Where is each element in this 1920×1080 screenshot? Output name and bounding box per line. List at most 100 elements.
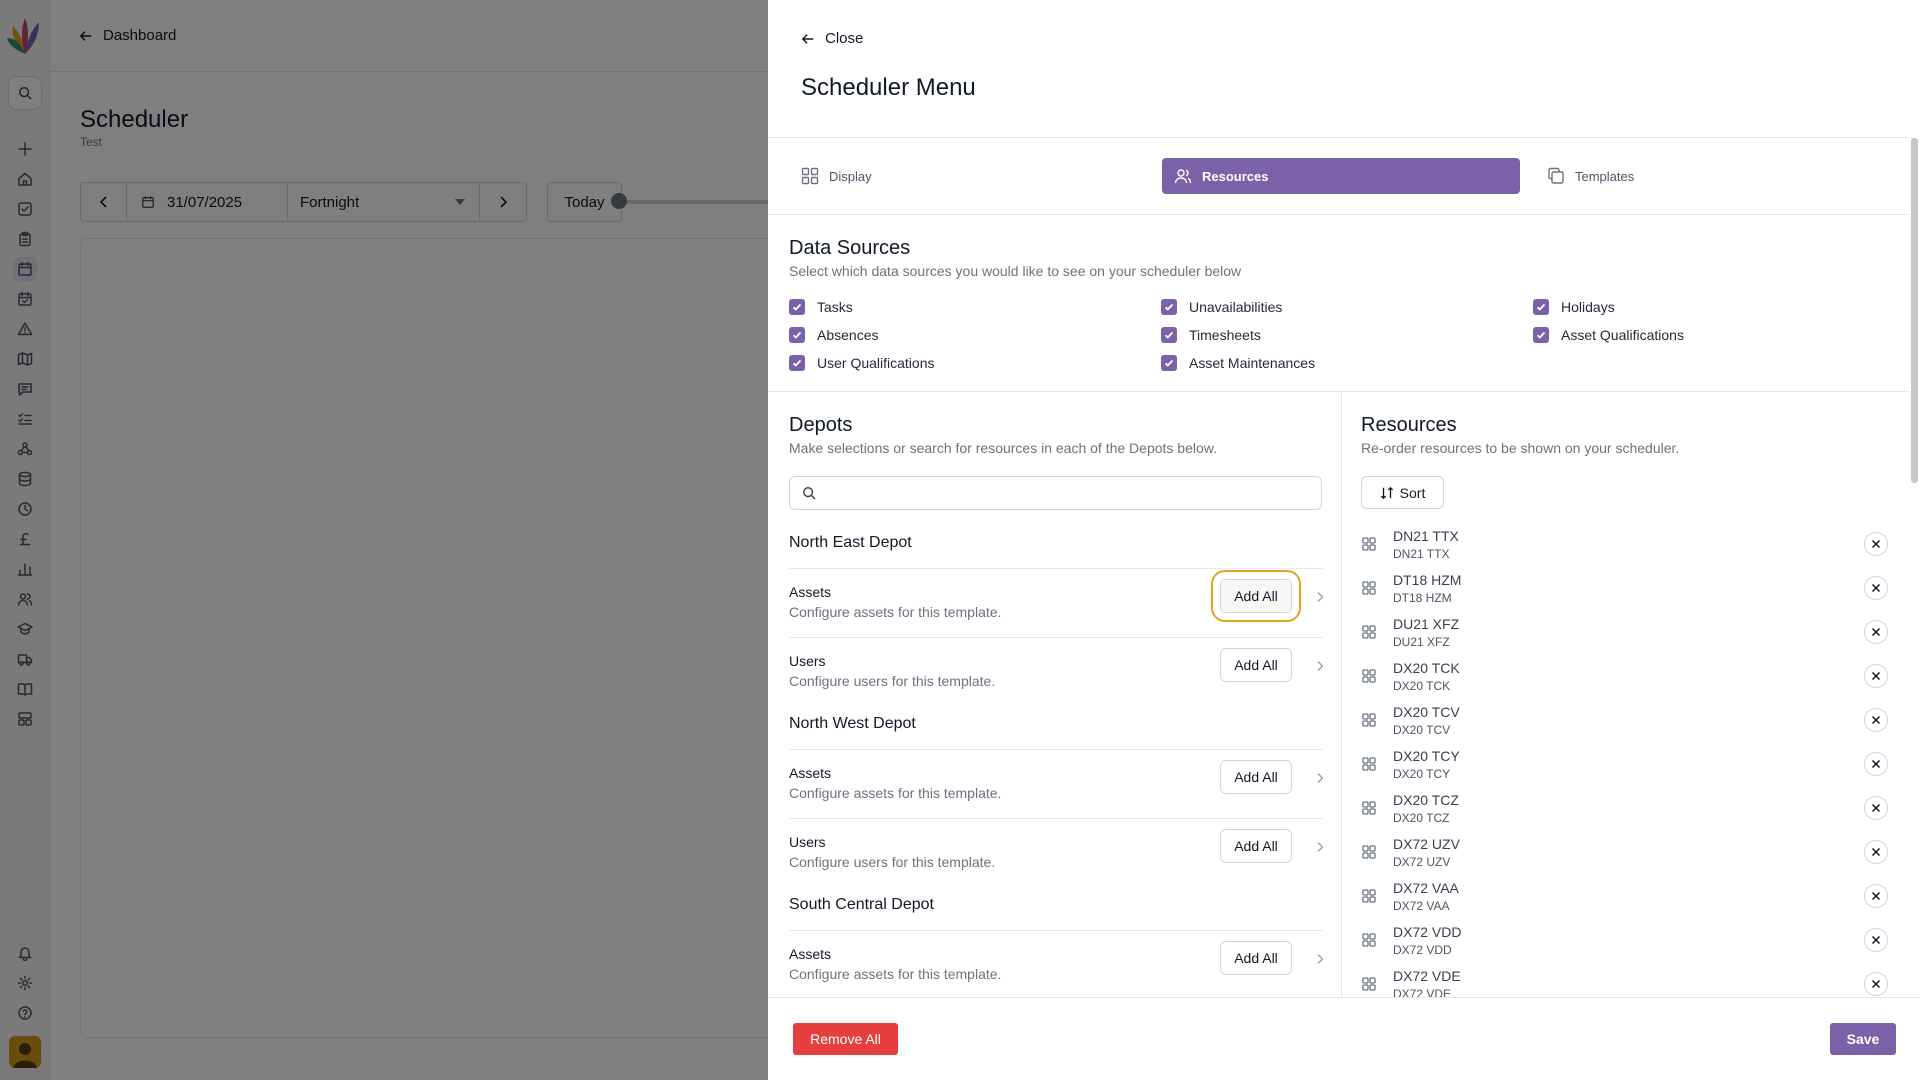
config-title: Assets — [789, 765, 832, 781]
add-all-button[interactable]: Add All — [1220, 760, 1292, 794]
remove-resource-button[interactable] — [1864, 840, 1888, 864]
drag-handle-icon[interactable] — [1361, 580, 1377, 596]
checkbox-checked-icon[interactable] — [789, 299, 805, 315]
remove-resource-button[interactable] — [1864, 972, 1888, 996]
checkbox-checked-icon[interactable] — [789, 327, 805, 343]
remove-resource-button[interactable] — [1864, 796, 1888, 820]
resource-row[interactable]: DX20 TCZ DX20 TCZ — [1361, 786, 1901, 830]
data-source-label: Unavailabilities — [1189, 299, 1283, 315]
add-all-button[interactable]: Add All — [1220, 829, 1292, 863]
grid-icon — [801, 167, 819, 185]
resource-row[interactable]: DX20 TCV DX20 TCV — [1361, 698, 1901, 742]
expand-row-button[interactable] — [1314, 659, 1323, 672]
add-all-button[interactable]: Add All — [1220, 648, 1292, 682]
depot-search-input[interactable] — [789, 476, 1322, 510]
checkbox-checked-icon[interactable] — [1533, 327, 1549, 343]
remove-resource-button[interactable] — [1864, 884, 1888, 908]
remove-resource-button[interactable] — [1864, 708, 1888, 732]
resource-subtitle: DX72 VDE — [1393, 987, 1452, 997]
data-source-checkbox[interactable]: Holidays — [1533, 299, 1615, 315]
resource-row[interactable]: DX72 VDE DX72 VDE — [1361, 962, 1901, 997]
data-source-checkbox[interactable]: Unavailabilities — [1161, 299, 1282, 315]
close-icon — [1871, 935, 1881, 945]
remove-resource-button[interactable] — [1864, 576, 1888, 600]
resource-name: DX72 UZV — [1393, 836, 1460, 852]
remove-resource-button[interactable] — [1864, 664, 1888, 688]
resource-subtitle: DX72 UZV — [1393, 855, 1451, 869]
drag-handle-icon[interactable] — [1361, 756, 1377, 772]
copy-icon — [1548, 167, 1564, 184]
drag-handle-icon[interactable] — [1361, 888, 1377, 904]
data-source-label: Holidays — [1561, 299, 1615, 315]
drag-handle-icon[interactable] — [1361, 624, 1377, 640]
data-source-checkbox[interactable]: Asset Maintenances — [1161, 355, 1315, 371]
data-source-checkbox[interactable]: User Qualifications — [789, 355, 935, 371]
checkbox-checked-icon[interactable] — [1161, 299, 1177, 315]
drag-handle-icon[interactable] — [1361, 668, 1377, 684]
data-source-checkbox[interactable]: Timesheets — [1161, 327, 1261, 343]
resource-row[interactable]: DX72 UZV DX72 UZV — [1361, 830, 1901, 874]
add-all-button[interactable]: Add All — [1220, 941, 1292, 975]
drag-handle-icon[interactable] — [1361, 932, 1377, 948]
remove-resource-button[interactable] — [1864, 752, 1888, 776]
data-source-label: Asset Qualifications — [1561, 327, 1684, 343]
drag-handle-icon[interactable] — [1361, 976, 1377, 992]
drag-handle-icon[interactable] — [1361, 536, 1377, 552]
drag-handle-icon[interactable] — [1361, 800, 1377, 816]
drag-handle-icon[interactable] — [1361, 712, 1377, 728]
resource-subtitle: DX20 TCV — [1393, 723, 1451, 737]
resource-row[interactable]: DX20 TCK DX20 TCK — [1361, 654, 1901, 698]
resource-name: DU21 XFZ — [1393, 616, 1460, 632]
config-description: Configure users for this template. — [789, 854, 996, 870]
depots-list: North East Depot Assets Configure assets f… — [789, 525, 1323, 997]
resource-subtitle: DX20 TCY — [1393, 767, 1451, 781]
resource-name: DX72 VAA — [1393, 880, 1459, 896]
resource-row[interactable]: DX72 VDD DX72 VDD — [1361, 918, 1901, 962]
close-icon — [1871, 715, 1881, 725]
tab-display[interactable]: Display — [789, 158, 1129, 194]
data-source-checkbox[interactable]: Absences — [789, 327, 878, 343]
tab-resources[interactable]: Resources — [1162, 158, 1520, 194]
resource-row[interactable]: DX20 TCY DX20 TCY — [1361, 742, 1901, 786]
resources-list: DN21 TTX DN21 TTX DT18 HZM DT18 HZM DU21… — [1361, 522, 1901, 997]
drawer-footer: Remove All Save — [768, 997, 1920, 1080]
checkbox-checked-icon[interactable] — [1161, 355, 1177, 371]
resource-row[interactable]: DU21 XFZ DU21 XFZ — [1361, 610, 1901, 654]
remove-resource-button[interactable] — [1864, 928, 1888, 952]
depot-name: North West Depot — [789, 715, 916, 732]
config-title: Assets — [789, 584, 832, 600]
remove-resource-button[interactable] — [1864, 620, 1888, 644]
expand-row-button[interactable] — [1314, 590, 1323, 603]
close-button[interactable]: Close — [801, 30, 863, 47]
resource-row[interactable]: DX72 VAA DX72 VAA — [1361, 874, 1901, 918]
add-all-button[interactable]: Add All — [1211, 570, 1301, 622]
tab-templates[interactable]: Templates — [1535, 158, 1875, 194]
expand-row-button[interactable] — [1314, 952, 1323, 965]
checkbox-checked-icon[interactable] — [1161, 327, 1177, 343]
save-button[interactable]: Save — [1830, 1023, 1896, 1055]
sort-button[interactable]: Sort — [1361, 476, 1444, 509]
divider — [768, 214, 1910, 215]
data-source-label: User Qualifications — [817, 355, 935, 371]
config-title: Users — [789, 834, 826, 850]
resource-row[interactable]: DN21 TTX DN21 TTX — [1361, 522, 1901, 566]
resources-heading: Resources — [1361, 414, 1457, 436]
expand-row-button[interactable] — [1314, 771, 1323, 784]
divider — [789, 637, 1323, 638]
expand-row-button[interactable] — [1314, 840, 1323, 853]
remove-resource-button[interactable] — [1864, 532, 1888, 556]
config-title: Users — [789, 653, 826, 669]
data-source-checkbox[interactable]: Asset Qualifications — [1533, 327, 1684, 343]
resource-row[interactable]: DT18 HZM DT18 HZM — [1361, 566, 1901, 610]
data-source-checkbox[interactable]: Tasks — [789, 299, 853, 315]
resource-name: DN21 TTX — [1393, 528, 1459, 544]
remove-all-button[interactable]: Remove All — [793, 1023, 898, 1055]
scheduler-menu-drawer: Close Scheduler Menu Display Resources T… — [768, 0, 1920, 1080]
resource-name: DX72 VDD — [1393, 924, 1462, 940]
resource-name: DT18 HZM — [1393, 572, 1462, 588]
config-description: Configure assets for this template. — [789, 604, 1002, 620]
checkbox-checked-icon[interactable] — [1533, 299, 1549, 315]
checkbox-checked-icon[interactable] — [789, 355, 805, 371]
drawer-scrollbar[interactable] — [1911, 138, 1918, 483]
drag-handle-icon[interactable] — [1361, 844, 1377, 860]
